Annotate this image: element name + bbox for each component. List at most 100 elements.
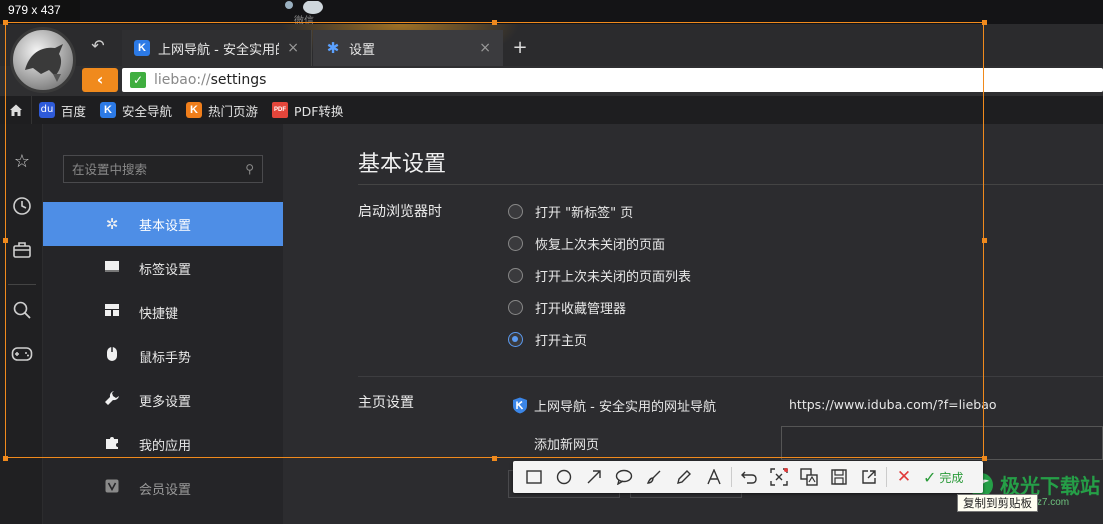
search-icon[interactable]: ⚲: [245, 162, 254, 176]
nav-tab-settings[interactable]: 标签设置: [43, 246, 283, 290]
resize-handle[interactable]: [982, 238, 987, 243]
cancel-icon[interactable]: ✕: [889, 462, 919, 492]
brush-icon[interactable]: [639, 462, 669, 492]
gamepad-icon[interactable]: [11, 345, 33, 367]
restore-tab-icon[interactable]: ↶: [88, 36, 108, 56]
toolbox-icon[interactable]: [11, 240, 33, 262]
startup-option-bookmarks-manager[interactable]: 打开收藏管理器: [508, 298, 626, 317]
add-page-label: 添加新网页: [534, 438, 600, 453]
toolbar-divider: [886, 467, 887, 487]
homepage-site-title: 上网导航 - 安全实用的网址导航: [534, 400, 716, 415]
url-text: liebao://settings: [154, 72, 266, 88]
bookmarks-bar: du 百度 K 安全导航 K 热门页游 PDF PDF转换: [0, 96, 1103, 124]
nav-basic-settings[interactable]: ✲ 基本设置: [43, 202, 283, 246]
ellipse-icon[interactable]: [549, 462, 579, 492]
toolbar-divider: [731, 467, 732, 487]
pdf-icon: PDF: [272, 102, 289, 118]
resize-handle[interactable]: [3, 20, 8, 25]
history-clock-icon[interactable]: [11, 196, 33, 218]
tab-navigation[interactable]: K 上网导航 - 安全实用的网址导航 ×: [122, 30, 312, 66]
radio-button-selected[interactable]: [508, 332, 523, 347]
settings-search-box[interactable]: ⚲: [63, 155, 263, 183]
star-icon[interactable]: ☆: [11, 151, 33, 173]
tab-settings[interactable]: ✱ 设置 ×: [313, 30, 503, 66]
pencil-icon[interactable]: [669, 462, 699, 492]
tab-icon: [103, 259, 121, 277]
share-icon[interactable]: [854, 462, 884, 492]
rectangle-icon[interactable]: [519, 462, 549, 492]
shortcut-icon: [103, 303, 121, 321]
k-logo-icon: K: [100, 102, 117, 118]
bookmark-baidu[interactable]: du 百度: [32, 96, 93, 124]
resize-handle[interactable]: [982, 20, 987, 25]
startup-option-restore[interactable]: 恢复上次未关闭的页面: [508, 234, 665, 253]
k-orange-icon: K: [186, 102, 203, 118]
startup-option-new-tab[interactable]: 打开 "新标签" 页: [508, 202, 633, 221]
translate-icon[interactable]: [794, 462, 824, 492]
tab-close-icon[interactable]: ×: [287, 40, 299, 56]
nav-shortcuts[interactable]: 快捷键: [43, 290, 283, 334]
resize-handle[interactable]: [492, 20, 497, 25]
bookmark-label: 安全导航: [122, 103, 173, 119]
undo-icon[interactable]: [734, 462, 764, 492]
nav-label: 基本设置: [139, 218, 192, 234]
radio-button[interactable]: [508, 204, 523, 219]
radio-button[interactable]: [508, 236, 523, 251]
option-label: 恢复上次未关闭的页面: [535, 238, 666, 253]
text-icon[interactable]: [699, 462, 729, 492]
nav-label: 我的应用: [139, 438, 192, 454]
liebao-logo-icon[interactable]: [10, 27, 76, 93]
settings-search-input[interactable]: [72, 161, 232, 177]
option-label: 打开主页: [535, 334, 588, 349]
add-page-input[interactable]: [781, 426, 1103, 460]
option-label: 打开 "新标签" 页: [535, 206, 634, 221]
speech-bubble-icon[interactable]: [609, 462, 639, 492]
shield-k-icon: [513, 397, 527, 414]
bookmark-pdf[interactable]: PDF PDF转换: [265, 96, 350, 124]
nav-vip-settings[interactable]: 会员设置: [43, 466, 283, 510]
bookmark-label: 热门页游: [208, 103, 259, 119]
nav-mouse-gestures[interactable]: 鼠标手势: [43, 334, 283, 378]
homepage-entry[interactable]: 上网导航 - 安全实用的网址导航: [512, 396, 716, 415]
option-label: 打开收藏管理器: [535, 302, 627, 317]
new-tab-button[interactable]: +: [510, 38, 530, 58]
startup-option-page-list[interactable]: 打开上次未关闭的页面列表: [508, 266, 691, 285]
url-scheme: liebao://: [154, 72, 211, 88]
gear-icon: ✲: [105, 215, 119, 233]
home-button[interactable]: [0, 96, 32, 124]
resize-handle[interactable]: [3, 238, 8, 243]
startup-option-homepage[interactable]: 打开主页: [508, 330, 587, 349]
bookmark-web-games[interactable]: K 热门页游: [179, 96, 265, 124]
nav-label: 标签设置: [139, 262, 192, 278]
page-title: 基本设置: [358, 152, 447, 177]
back-button[interactable]: ‹: [82, 68, 118, 92]
rail-divider: [8, 284, 36, 285]
tab-title: 设置: [349, 42, 376, 58]
baidu-icon: du: [39, 102, 55, 118]
nav-label: 快捷键: [139, 306, 179, 322]
arrow-icon[interactable]: [579, 462, 609, 492]
radio-button[interactable]: [508, 268, 523, 283]
ocr-icon[interactable]: [764, 462, 794, 492]
nav-label: 会员设置: [139, 482, 192, 498]
resize-handle[interactable]: [3, 456, 8, 461]
nav-more-settings[interactable]: 更多设置: [43, 378, 283, 422]
copy-to-clipboard-tooltip: 复制到剪贴板: [957, 494, 1038, 512]
puzzle-icon: [103, 434, 121, 454]
address-bar[interactable]: ✓ liebao://settings: [122, 68, 1103, 92]
check-icon: ✓: [923, 467, 937, 487]
radio-button[interactable]: [508, 300, 523, 315]
resize-handle[interactable]: [492, 456, 497, 461]
resize-handle[interactable]: [982, 456, 987, 461]
homepage-url: https://www.iduba.com/?f=liebao: [789, 397, 997, 412]
startup-section-label: 启动浏览器时: [358, 204, 442, 220]
mouse-icon: [103, 346, 121, 366]
save-icon[interactable]: [824, 462, 854, 492]
bookmark-safe-nav[interactable]: K 安全导航: [93, 96, 179, 124]
search-icon[interactable]: [11, 300, 33, 322]
tab-close-icon[interactable]: ×: [479, 40, 491, 56]
wrench-icon: [103, 390, 121, 410]
nav-my-apps[interactable]: 我的应用: [43, 422, 283, 466]
done-button[interactable]: ✓ 完成: [919, 468, 967, 487]
url-path: settings: [210, 72, 267, 88]
